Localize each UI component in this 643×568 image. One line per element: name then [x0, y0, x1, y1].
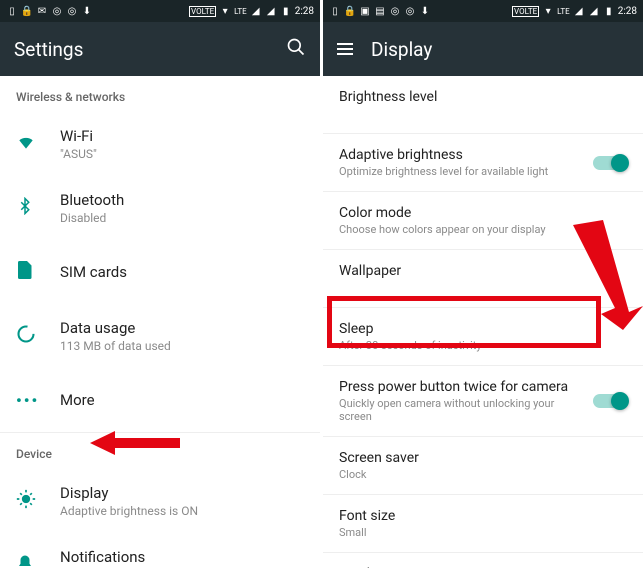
page-title: Display — [371, 38, 629, 61]
row-title: Font size — [339, 508, 627, 524]
row-sub: Adaptive brightness is ON — [60, 504, 304, 518]
signal-icon: ◢ — [265, 5, 277, 17]
settings-row-wifi[interactable]: Wi-Fi "ASUS" — [0, 112, 320, 176]
row-sub: Small — [339, 526, 627, 539]
row-title: Screen saver — [339, 450, 627, 466]
battery-icon: ▮ — [603, 5, 615, 17]
toggle-power-camera[interactable] — [593, 394, 627, 408]
settings-row-notifications[interactable]: NotificationsAll apps allowed to send — [0, 533, 320, 568]
section-device: Device — [0, 433, 320, 469]
page-title: Settings — [14, 38, 268, 61]
display-row-displaysize[interactable]: Display sizeSmall — [323, 553, 643, 568]
gallery-icon: ▣ — [359, 5, 371, 17]
download-icon: ⬇ — [419, 5, 431, 17]
app-bar: Settings — [0, 22, 320, 76]
display-row-saver[interactable]: Screen saver Clock — [323, 437, 643, 495]
menu-icon[interactable] — [337, 43, 353, 55]
phone-left: ▯ 🔒 ✉ ◎ ◎ ⬇ VOLTE ▾ LTE ◢ ◢ ▮ 2:28 Setti… — [0, 0, 320, 568]
settings-row-display[interactable]: Display Adaptive brightness is ON — [0, 469, 320, 533]
camera-icon: ◎ — [51, 5, 63, 17]
display-row-brightness[interactable]: Brightness level — [323, 76, 643, 134]
row-sub: Quickly open camera without unlocking yo… — [339, 397, 577, 423]
row-title: Sleep — [339, 321, 627, 337]
row-sub: After 30 seconds of inactivity — [339, 339, 627, 352]
status-bar: ▯ 🔒 ▣ ▤ ◎ ◎ ⬇ VOLTE ▾ LTE ◢ ◢ ▮ 2:28 — [323, 0, 643, 22]
row-title: Notifications — [60, 548, 304, 566]
display-row-power-camera[interactable]: Press power button twice for camera Quick… — [323, 366, 643, 437]
status-bar: ▯ 🔒 ✉ ◎ ◎ ⬇ VOLTE ▾ LTE ◢ ◢ ▮ 2:28 — [0, 0, 320, 22]
row-title: Data usage — [60, 319, 304, 337]
image-icon: ▤ — [374, 5, 386, 17]
search-icon[interactable] — [286, 37, 306, 61]
row-title: Brightness level — [339, 89, 627, 105]
sim-icon — [16, 261, 32, 283]
settings-row-more[interactable]: ••• More — [0, 368, 320, 432]
app-bar: Display — [323, 22, 643, 76]
camera-icon: ◎ — [389, 5, 401, 17]
row-sub: Clock — [339, 468, 627, 481]
camera-icon: ◎ — [404, 5, 416, 17]
volte-label: VOLTE — [189, 6, 216, 17]
camera-icon: ◎ — [66, 5, 78, 17]
lte-label: LTE — [557, 7, 570, 16]
row-title: Adaptive brightness — [339, 147, 577, 163]
row-title: Press power button twice for camera — [339, 379, 577, 395]
mail-icon: ✉ — [36, 5, 48, 17]
row-sub: Optimize brightness level for available … — [339, 165, 577, 178]
row-title: More — [60, 391, 304, 409]
display-row-sleep[interactable]: Sleep After 30 seconds of inactivity — [323, 308, 643, 366]
row-title: Color mode — [339, 205, 627, 221]
data-icon — [16, 324, 36, 348]
file-icon: ▯ — [329, 5, 341, 17]
row-title: Display — [60, 484, 304, 502]
signal-icon: ◢ — [588, 5, 600, 17]
clock-label: 2:28 — [295, 6, 314, 17]
row-sub: Disabled — [60, 211, 304, 225]
section-wireless: Wireless & networks — [0, 76, 320, 112]
row-sub: "ASUS" — [60, 147, 304, 161]
toggle-adaptive[interactable] — [593, 156, 627, 170]
row-title: Wi-Fi — [60, 127, 304, 145]
wifi-icon: ▾ — [219, 5, 231, 17]
settings-row-bluetooth[interactable]: Bluetooth Disabled — [0, 176, 320, 240]
clock-label: 2:28 — [618, 6, 637, 17]
wifi-icon: ▾ — [542, 5, 554, 17]
bluetooth-icon — [16, 197, 34, 219]
phone-right: ▯ 🔒 ▣ ▤ ◎ ◎ ⬇ VOLTE ▾ LTE ◢ ◢ ▮ 2:28 Dis… — [323, 0, 643, 568]
settings-row-sim[interactable]: SIM cards — [0, 240, 320, 304]
signal-icon: ◢ — [250, 5, 262, 17]
signal-icon: ◢ — [573, 5, 585, 17]
row-title: Bluetooth — [60, 191, 304, 209]
display-row-wallpaper[interactable]: Wallpaper — [323, 250, 643, 308]
row-title: Wallpaper — [339, 263, 627, 279]
row-sub: Choose how colors appear on your display — [339, 223, 627, 236]
row-sub: 113 MB of data used — [60, 339, 304, 353]
download-icon: ⬇ — [81, 5, 93, 17]
lock-icon: 🔒 — [344, 5, 356, 17]
more-icon: ••• — [16, 391, 39, 410]
row-title: SIM cards — [60, 263, 304, 281]
display-row-adaptive[interactable]: Adaptive brightness Optimize brightness l… — [323, 134, 643, 192]
settings-row-data[interactable]: Data usage 113 MB of data used — [0, 304, 320, 368]
lock-icon: 🔒 — [21, 5, 33, 17]
volte-label: VOLTE — [512, 6, 539, 17]
lte-label: LTE — [234, 7, 247, 16]
display-row-fontsize[interactable]: Font size Small — [323, 495, 643, 553]
display-row-colormode[interactable]: Color mode Choose how colors appear on yo… — [323, 192, 643, 250]
battery-icon: ▮ — [280, 5, 292, 17]
wifi-icon — [16, 132, 36, 156]
display-icon — [16, 489, 36, 513]
file-icon: ▯ — [6, 5, 18, 17]
bell-icon — [16, 554, 34, 568]
